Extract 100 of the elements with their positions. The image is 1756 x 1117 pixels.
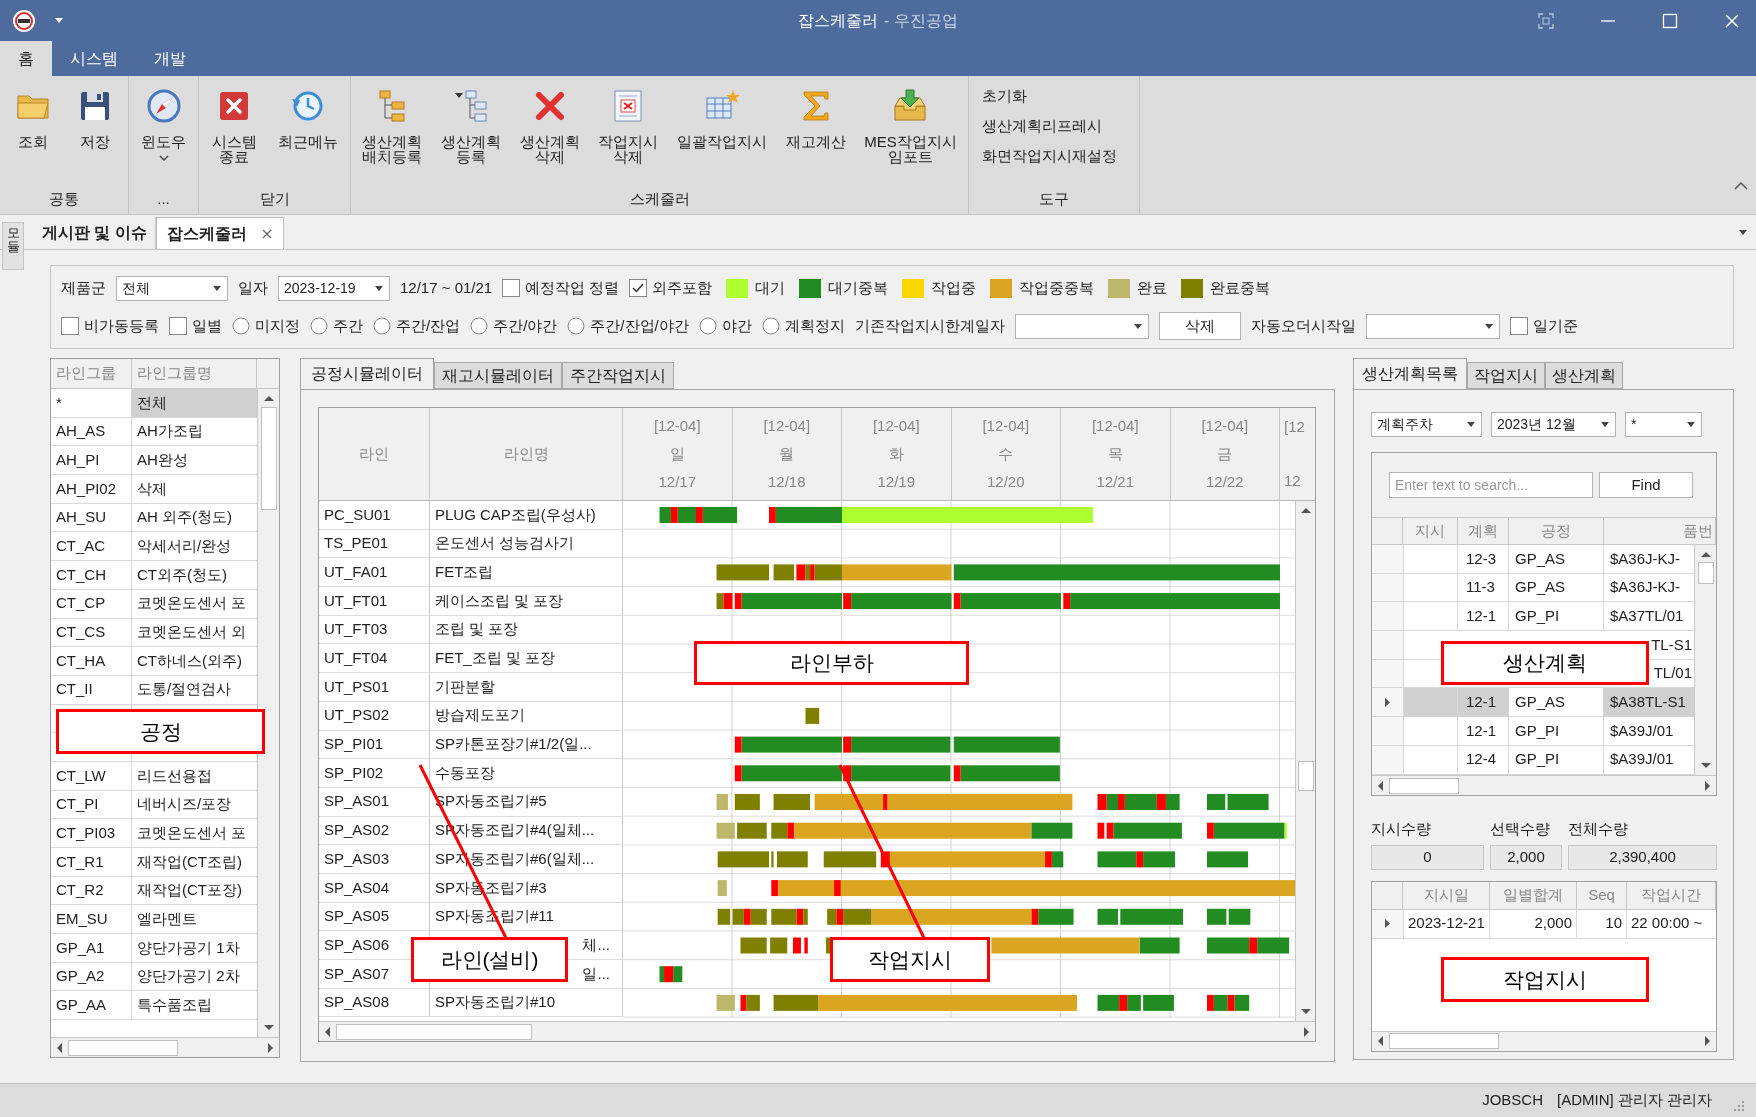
table-cell[interactable]: 삭제 [132,475,257,503]
find-button[interactable]: Find [1599,472,1693,498]
ribbon-button[interactable]: 조회 [14,88,52,149]
checkbox[interactable] [1509,317,1528,335]
dropdown[interactable]: 2023-12-19 [278,275,390,301]
panel-tab[interactable]: 주간작업지시 [562,362,674,389]
table-cell[interactable]: 코멧온도센서 포 [132,819,257,847]
table-cell[interactable]: CT_R2 [51,876,132,905]
table-cell[interactable]: 2,000 [1490,909,1577,938]
table-cell[interactable]: AH_AS [51,417,132,446]
ribbon-button[interactable]: 저장 [76,88,114,149]
table-cell[interactable]: 코멧온도센서 포 [132,589,257,618]
ribbon-button[interactable]: 생산계획 등록 [439,88,502,164]
radio-button[interactable] [373,317,391,335]
table-cell[interactable]: 12-1 [1458,688,1509,717]
radio-button[interactable] [310,317,328,335]
table-cell[interactable]: 12-1 [1458,602,1509,631]
horizontal-scrollbar[interactable] [319,1021,1315,1041]
table-cell[interactable]: GP_PI [1509,602,1604,631]
table-cell[interactable]: $A36J-KJ- [1604,545,1694,573]
table-cell[interactable]: 악세서리/완성 [132,532,257,561]
checkbox[interactable] [169,317,187,335]
table-cell[interactable]: AH 외주(청도) [132,503,257,532]
table-cell[interactable]: 코멧온도센서 외 [132,618,257,647]
table-cell[interactable]: GP_AS [1509,573,1604,602]
table-cell[interactable] [1403,745,1458,774]
ribbon-button[interactable]: 윈도우 [140,88,187,162]
ribbon-button[interactable]: 작업지시 삭제 [597,88,660,164]
row-header[interactable] [1372,909,1403,938]
table-cell[interactable]: GP_AS [1509,545,1604,573]
table-cell[interactable] [1403,688,1458,717]
panel-tab[interactable]: 재고시뮬레이터 [434,362,562,389]
radio-button[interactable] [232,317,250,335]
table-cell[interactable]: CT_PI03 [51,819,132,847]
table-cell[interactable]: 특수품조립 [132,991,257,1020]
close-icon[interactable] [260,227,273,240]
checkbox[interactable] [502,279,521,297]
table-cell[interactable]: AH완성 [132,446,257,475]
table-cell[interactable]: 네버시즈/포장 [132,790,257,819]
table-cell[interactable]: TL-S1 [1651,633,1692,657]
table-cell[interactable]: 전체 [132,389,257,417]
table-cell[interactable]: GP_A1 [51,934,132,962]
scrollbar-thumb[interactable] [68,1039,178,1056]
table-cell[interactable]: 재작업(CT포장) [132,876,257,905]
table-cell[interactable]: 재작업(CT조립) [132,848,257,876]
panel-tab[interactable]: 생산계획 [1545,362,1623,389]
scrollbar-thumb[interactable] [1297,761,1314,791]
dropdown[interactable] [1365,313,1500,339]
dropdown[interactable]: 2023년 12월 [1491,412,1616,437]
ribbon-button[interactable]: 재고계산 [784,88,847,149]
ribbon-link-button[interactable]: 생산계획리프레시 [981,114,1103,138]
ribbon-button[interactable]: 시스템 종료 [210,88,258,164]
table-cell[interactable]: CT_LW [51,761,132,790]
table-cell[interactable]: 엘라멘트 [132,905,257,934]
scrollbar-thumb[interactable] [336,1023,532,1040]
ribbon-button[interactable]: MES작업지시 임포트 [863,88,958,164]
checkbox[interactable] [629,279,648,297]
vertical-scrollbar[interactable] [257,389,279,1037]
ribbon-link-button[interactable]: 화면작업지시재설정 [981,144,1118,168]
table-cell[interactable]: GP_PI [1509,745,1604,774]
document-tab[interactable]: 잡스케줄러 [155,217,284,249]
horizontal-scrollbar[interactable] [51,1037,279,1057]
table-cell[interactable]: $A39J/01 [1604,745,1694,774]
table-cell[interactable]: AH_PI02 [51,475,132,503]
table-cell[interactable]: TL/01 [1653,662,1692,685]
table-cell[interactable]: 리드선용접 [132,761,257,790]
horizontal-scrollbar[interactable] [1372,775,1716,795]
ribbon-link-button[interactable]: 초기화 [981,84,1028,108]
app-logo-icon[interactable] [12,8,36,33]
scrollbar-thumb[interactable] [1389,777,1459,794]
dropdown[interactable]: 전체 [116,275,228,301]
search-field[interactable]: Enter text to search... [1389,472,1593,498]
table-cell[interactable]: CT_CP [51,589,132,618]
table-cell[interactable]: CT_CH [51,561,132,589]
horizontal-scrollbar[interactable] [1372,1030,1716,1051]
checkbox[interactable] [61,317,79,335]
table-cell[interactable]: CT하네스(외주) [132,647,257,675]
table-cell[interactable]: CT_PI [51,790,132,819]
document-tab[interactable]: 게시판 및 이슈 [34,217,156,249]
collapse-ribbon-icon[interactable] [1734,182,1748,190]
table-cell[interactable]: 2023-12-21 [1403,909,1490,938]
table-cell[interactable]: CT_R1 [51,848,132,876]
vertical-scrollbar[interactable] [1295,501,1315,1021]
row-header[interactable] [1372,688,1403,717]
ribbon-tab[interactable]: 홈 [0,41,52,76]
dropdown-caret-icon[interactable] [54,17,64,24]
table-cell[interactable]: 도통/절연검사 [132,675,257,704]
table-cell[interactable]: AH_SU [51,503,132,532]
table-cell[interactable]: CT_HA [51,647,132,675]
fullscreen-icon[interactable] [1538,12,1554,29]
scrollbar-thumb[interactable] [1697,562,1714,584]
radio-button[interactable] [761,317,780,335]
table-cell[interactable]: CT_AC [51,532,132,561]
table-cell[interactable]: GP_AA [51,991,132,1020]
table-cell[interactable]: CT_CS [51,618,132,647]
resize-grip-icon[interactable] [1732,1099,1746,1113]
dropdown[interactable]: 계획주차 [1371,412,1482,437]
table-cell[interactable]: CT외주(청도) [132,561,257,589]
table-cell[interactable]: $A37TL/01 [1604,602,1694,631]
panel-tab[interactable]: 생산계획목록 [1353,358,1467,389]
